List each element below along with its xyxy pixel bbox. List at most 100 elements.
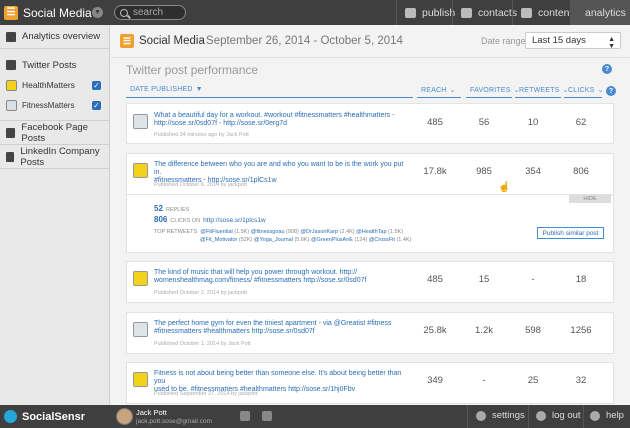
favorites-value: 56 [478, 117, 490, 128]
column-favorites[interactable]: FAVORITES ⌄ [466, 83, 519, 98]
favorites-value: 1.2k [475, 325, 493, 336]
chevron-down-icon[interactable]: ▼ [92, 7, 103, 18]
help-icon[interactable]: ? [606, 86, 616, 96]
clicks-value: 18 [575, 274, 587, 285]
post-text[interactable]: The kind of music that will help you pow… [154, 269, 404, 285]
linkedin-icon [6, 151, 15, 162]
retweeter-link[interactable]: @HealthTap [356, 229, 386, 235]
column-date-published[interactable]: DATE PUBLISHED ▼ [126, 83, 413, 98]
clicks-value: 32 [575, 375, 587, 386]
search-placeholder: search [133, 7, 164, 18]
post-meta: Published September 27, 2014 by jackpott [154, 391, 258, 397]
facebook-icon [6, 127, 16, 138]
favorites-value: 15 [478, 274, 490, 285]
brand-logo-icon: ☰ [120, 34, 134, 48]
sidebar-item-analytics-overview[interactable]: Analytics overview [0, 25, 109, 49]
date-range-value: Last 15 days [532, 35, 586, 46]
sidebar-item-twitter-posts[interactable]: Twitter Posts [0, 55, 109, 75]
retweets-value: 598 [525, 325, 541, 336]
clicks-link[interactable]: http://sose.sr/1plcs1w [203, 217, 266, 224]
user-info[interactable]: Jack Pott jack.pott.sose@gmail.com [136, 408, 212, 426]
clicks-value: 806 [573, 166, 589, 177]
settings-label: settings [492, 410, 525, 421]
post-text-line: Fitness is not about being better than s… [154, 370, 402, 385]
top-retweets-label: TOP RETWEETS [154, 229, 198, 235]
sidebar-item-facebook-posts[interactable]: Facebook Page Posts [0, 121, 109, 145]
logout-button[interactable]: log out [536, 410, 581, 421]
table-row[interactable]: Fitness is not about being better than s… [126, 362, 614, 404]
post-text-line: womenshealthmag.com/fitness/ #fitnessmat… [154, 277, 367, 284]
account-avatar [6, 79, 17, 91]
settings-button[interactable]: settings [476, 410, 525, 421]
clicks-value: 62 [575, 117, 587, 128]
publish-similar-button[interactable]: Publish similar post [537, 227, 604, 239]
help-icon[interactable]: ? [602, 64, 612, 74]
account-checkbox[interactable]: ✓ [92, 80, 101, 90]
post-detail-panel: HIDE 52 REPLIES 806 CLICKS ON http://sos… [126, 195, 614, 253]
column-label: RETWEETS [519, 87, 560, 94]
brand-name: Social Media [23, 5, 92, 20]
table-row[interactable]: The perfect home gym for even the tinies… [126, 312, 614, 354]
favorites-value: 985 [476, 166, 492, 177]
avatar[interactable] [116, 408, 133, 425]
retweeter-link[interactable]: @Yoga_Journal [254, 237, 293, 243]
sidebar-item-label: LinkedIn Company Posts [20, 145, 100, 168]
brand-menu[interactable]: ☰ Social Media ▼ [0, 0, 108, 25]
document-icon [521, 7, 532, 18]
search-icon [120, 8, 128, 17]
sidebar-item-linkedin-posts[interactable]: LinkedIn Company Posts [0, 145, 109, 169]
table-row-expanded[interactable]: The difference between who you are and w… [126, 153, 614, 195]
column-retweets[interactable]: RETWEETS ⌄ [515, 83, 568, 98]
column-label: FAVORITES [470, 87, 511, 94]
date-range-select[interactable]: Last 15 days ▲ ▼ [525, 32, 621, 50]
retweeter-count: (2.4K) [339, 229, 355, 235]
hide-button[interactable]: HIDE [569, 195, 611, 203]
user-name: Jack Pott [136, 408, 167, 417]
column-label: REACH [421, 87, 447, 94]
post-meta: Published 34 minutes ago by Jack Pott [154, 132, 249, 138]
chevron-down-icon: ⌄ [597, 87, 604, 94]
retweeter-link[interactable]: @FitFluential [200, 229, 232, 235]
table-row[interactable]: The kind of music that will help you pow… [126, 261, 614, 303]
post-text[interactable]: What a beautiful day for a workout. #wor… [154, 112, 404, 128]
divider [583, 405, 584, 428]
table-row[interactable]: What a beautiful day for a workout. #wor… [126, 103, 614, 144]
retweeter-link[interactable]: @DrJasonKarp [300, 229, 338, 235]
people-icon [461, 7, 472, 18]
help-label: help [606, 410, 624, 421]
column-label: DATE PUBLISHED [130, 86, 193, 93]
clicks-label: CLICKS ON [170, 218, 201, 224]
search-input[interactable]: search [114, 5, 186, 20]
retweets-value: 354 [525, 166, 541, 177]
retweets-value: - [531, 274, 535, 285]
post-text-line: The perfect home gym for even the tinies… [154, 320, 392, 327]
retweeter-link[interactable]: @fitnessgoau [251, 229, 285, 235]
main-content: ☰ Social Media - September 26, 2014 - Oc… [111, 25, 630, 405]
sort-down-icon: ▼ [195, 86, 203, 93]
clicks-count: 806 [154, 215, 168, 224]
nav-publish-label: publish [422, 6, 456, 19]
column-clicks[interactable]: CLICKS ⌄ [564, 83, 604, 98]
sidebar-account-healthmatters[interactable]: HealthMatters ✓ [0, 75, 109, 95]
help-button[interactable]: help [590, 410, 624, 421]
user-email: jack.pott.sose@gmail.com [136, 418, 212, 425]
sidebar-account-fitnessmatters[interactable]: FitnessMatters ✓ [0, 95, 109, 115]
chevron-down-icon: ⌄ [449, 87, 456, 94]
retweeter-link[interactable]: @CrossFit [369, 237, 395, 243]
bell-icon[interactable] [240, 411, 250, 421]
bar-chart-icon [6, 31, 16, 42]
retweeter-count: (52K) [238, 237, 253, 243]
retweeter-link[interactable]: @GreenPlusAnE [311, 237, 353, 243]
help-icon [590, 410, 600, 421]
nav-analytics[interactable]: analytics [570, 0, 630, 25]
account-checkbox[interactable]: ✓ [92, 100, 101, 110]
retweeter-count: (1.5K) [388, 229, 404, 235]
account-avatar [6, 99, 17, 111]
column-reach[interactable]: REACH ⌄ [417, 83, 461, 98]
logout-label: log out [552, 410, 581, 421]
retweeter-link[interactable]: @Fit_Motivator [200, 237, 237, 243]
divider [528, 405, 529, 428]
account-name: HealthMatters [22, 80, 75, 90]
post-text[interactable]: The perfect home gym for even the tinies… [154, 320, 404, 336]
calendar-icon[interactable] [262, 411, 272, 421]
